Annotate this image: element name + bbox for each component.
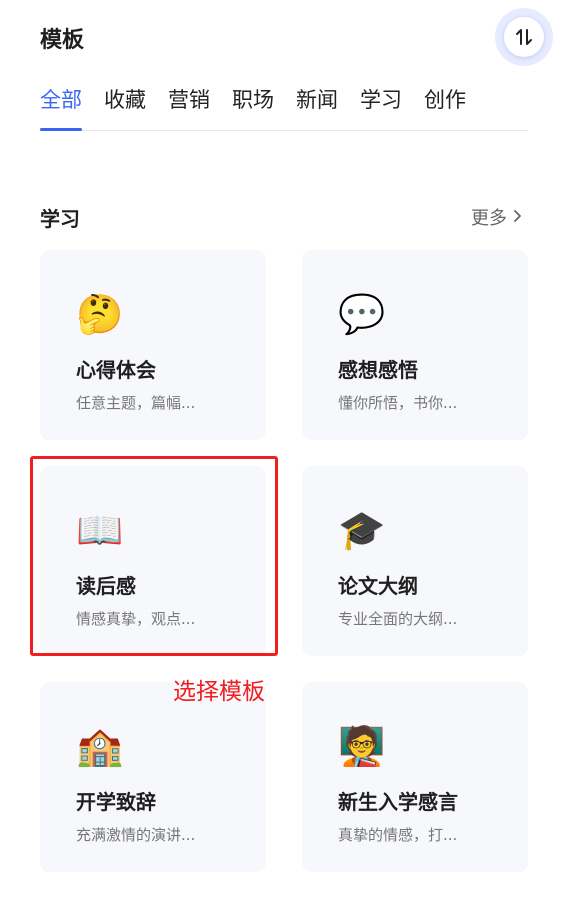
card-title: 读后感 [76, 574, 136, 598]
speech-bubble-icon: 💬 [338, 292, 386, 336]
tab-news[interactable]: 新闻 [296, 82, 338, 130]
template-card-thoughts[interactable]: 💬 感想感悟 懂你所悟，书你... [302, 250, 528, 440]
card-description: 专业全面的大纲... [338, 610, 458, 628]
card-title: 开学致辞 [76, 790, 156, 814]
card-title: 心得体会 [76, 358, 156, 382]
sort-button[interactable] [495, 8, 553, 66]
template-card-freshman-speech[interactable]: 🧑‍🏫 新生入学感言 真挚的情感，打... [302, 682, 528, 872]
card-description: 情感真挚，观点... [76, 610, 196, 628]
more-link[interactable]: 更多 [471, 204, 523, 230]
graduation-cap-icon: 🎓 [338, 508, 386, 552]
tab-all[interactable]: 全部 [40, 82, 82, 131]
school-building-icon: 🏫 [76, 724, 124, 768]
tab-marketing[interactable]: 营销 [168, 82, 210, 130]
thinking-face-icon: 🤔 [76, 292, 124, 336]
template-card-book-review[interactable]: 📖 读后感 情感真挚，观点... [40, 466, 266, 656]
teacher-icon: 🧑‍🏫 [338, 724, 386, 768]
tab-creation[interactable]: 创作 [424, 82, 466, 130]
sort-arrows-icon [504, 17, 544, 57]
card-description: 懂你所悟，书你... [338, 394, 458, 412]
card-description: 真挚的情感，打... [338, 826, 458, 844]
card-description: 任意主题，篇幅... [76, 394, 196, 412]
header: 模板 [40, 8, 553, 66]
card-title: 新生入学感言 [338, 790, 458, 814]
open-book-icon: 📖 [76, 508, 124, 552]
template-card-thesis-outline[interactable]: 🎓 论文大纲 专业全面的大纲... [302, 466, 528, 656]
tab-workplace[interactable]: 职场 [232, 82, 274, 130]
section-title: 学习 [40, 207, 80, 231]
category-tabs: 全部 收藏 营销 职场 新闻 学习 创作 [40, 82, 528, 131]
page-title: 模板 [40, 28, 85, 53]
template-card-reflection[interactable]: 🤔 心得体会 任意主题，篇幅... [40, 250, 266, 440]
card-description: 充满激情的演讲... [76, 826, 196, 844]
template-card-opening-speech[interactable]: 🏫 开学致辞 充满激情的演讲... [40, 682, 266, 872]
tab-favorites[interactable]: 收藏 [104, 82, 146, 130]
more-label: 更多 [471, 208, 507, 229]
card-title: 感想感悟 [338, 358, 418, 382]
annotation-label: 选择模板 [173, 679, 265, 705]
card-title: 论文大纲 [338, 574, 418, 598]
chevron-right-icon [513, 207, 523, 228]
tab-study[interactable]: 学习 [360, 82, 402, 130]
